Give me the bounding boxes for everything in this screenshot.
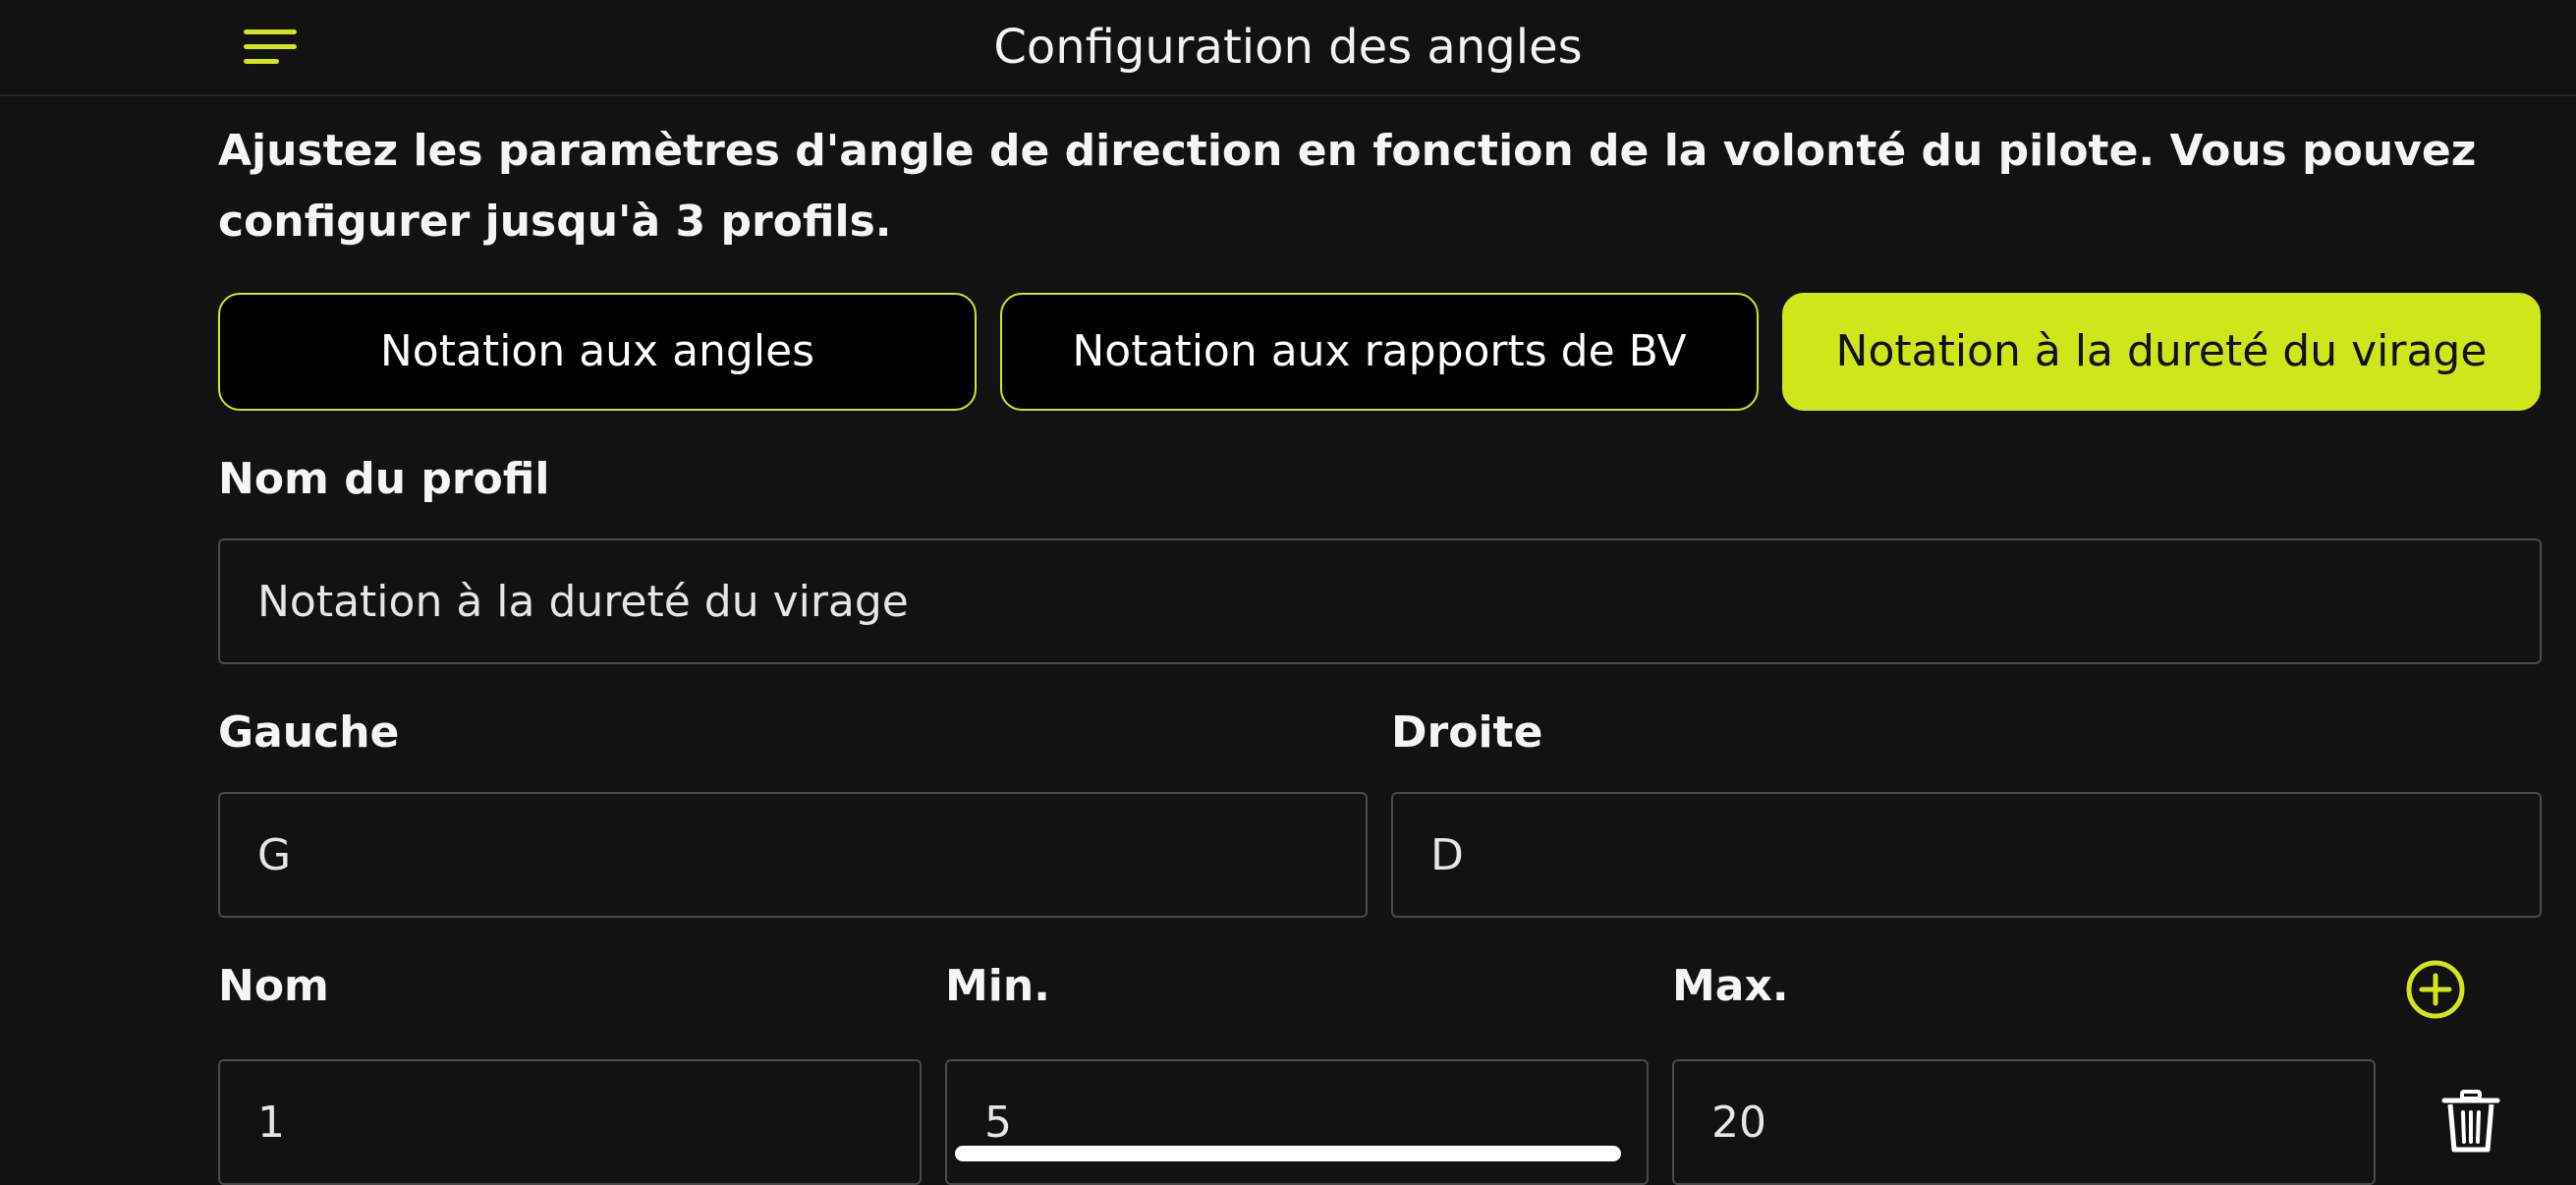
top-bar: Configuration des angles xyxy=(0,0,2576,96)
hamburger-menu-icon[interactable] xyxy=(242,26,301,69)
right-input[interactable] xyxy=(1391,792,2542,918)
trash-icon[interactable] xyxy=(2440,1089,2501,1154)
column-header-min: Min. xyxy=(945,961,1050,1011)
column-header-name: Nom xyxy=(218,961,329,1011)
home-indicator xyxy=(955,1146,1621,1161)
plus-circle-icon[interactable] xyxy=(2405,959,2466,1020)
tab-notation-angles[interactable]: Notation aux angles xyxy=(218,293,977,411)
profile-name-label: Nom du profil xyxy=(218,454,550,504)
row-name-input[interactable] xyxy=(218,1059,922,1185)
app-screen: Configuration des angles Ajustez les par… xyxy=(0,0,2576,1185)
page-description: Ajustez les paramètres d'angle de direct… xyxy=(218,126,2477,247)
left-input[interactable] xyxy=(218,792,1368,918)
tab-notation-rapports-bv[interactable]: Notation aux rapports de BV xyxy=(1000,293,1759,411)
profile-name-input[interactable] xyxy=(218,538,2542,664)
left-label: Gauche xyxy=(218,707,400,758)
right-label: Droite xyxy=(1391,707,1543,758)
page-title: Configuration des angles xyxy=(993,20,1583,75)
column-header-max: Max. xyxy=(1672,961,1789,1011)
profile-tabs: Notation aux angles Notation aux rapport… xyxy=(218,293,2542,411)
row-max-input[interactable] xyxy=(1672,1059,2376,1185)
row-min-input[interactable] xyxy=(945,1059,1649,1185)
tab-notation-durete-virage[interactable]: Notation à la dureté du virage xyxy=(1782,293,2541,411)
